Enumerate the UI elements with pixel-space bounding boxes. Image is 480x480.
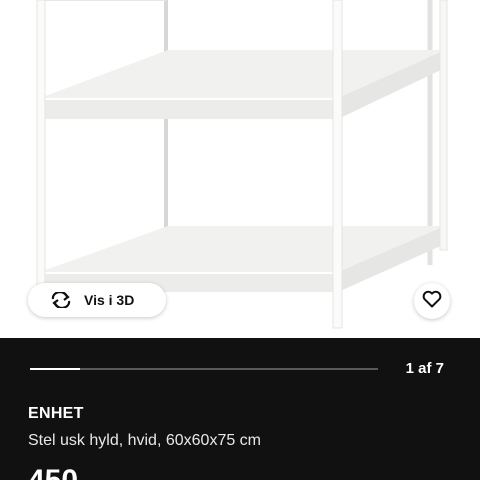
product-name: ENHET bbox=[28, 405, 84, 422]
view-in-3d-label: Vis i 3D bbox=[84, 292, 135, 308]
product-description: Stel usk hyld, hvid, 60x60x75 cm bbox=[28, 432, 262, 449]
rotate-arrows-icon bbox=[50, 291, 74, 309]
product-price: 450 bbox=[28, 466, 78, 480]
heart-icon bbox=[422, 290, 442, 313]
favorite-button[interactable] bbox=[414, 283, 450, 319]
carousel-page-indicator: 1 af 7 bbox=[405, 360, 444, 377]
product-image-gallery[interactable]: Vis i 3D bbox=[0, 0, 480, 338]
carousel-progress-fill bbox=[30, 368, 80, 370]
carousel-progress-track bbox=[30, 368, 378, 370]
view-in-3d-button[interactable]: Vis i 3D bbox=[28, 283, 166, 317]
product-info-panel: 1 af 7 ENHET Stel usk hyld, hvid, 60x60x… bbox=[0, 338, 480, 480]
